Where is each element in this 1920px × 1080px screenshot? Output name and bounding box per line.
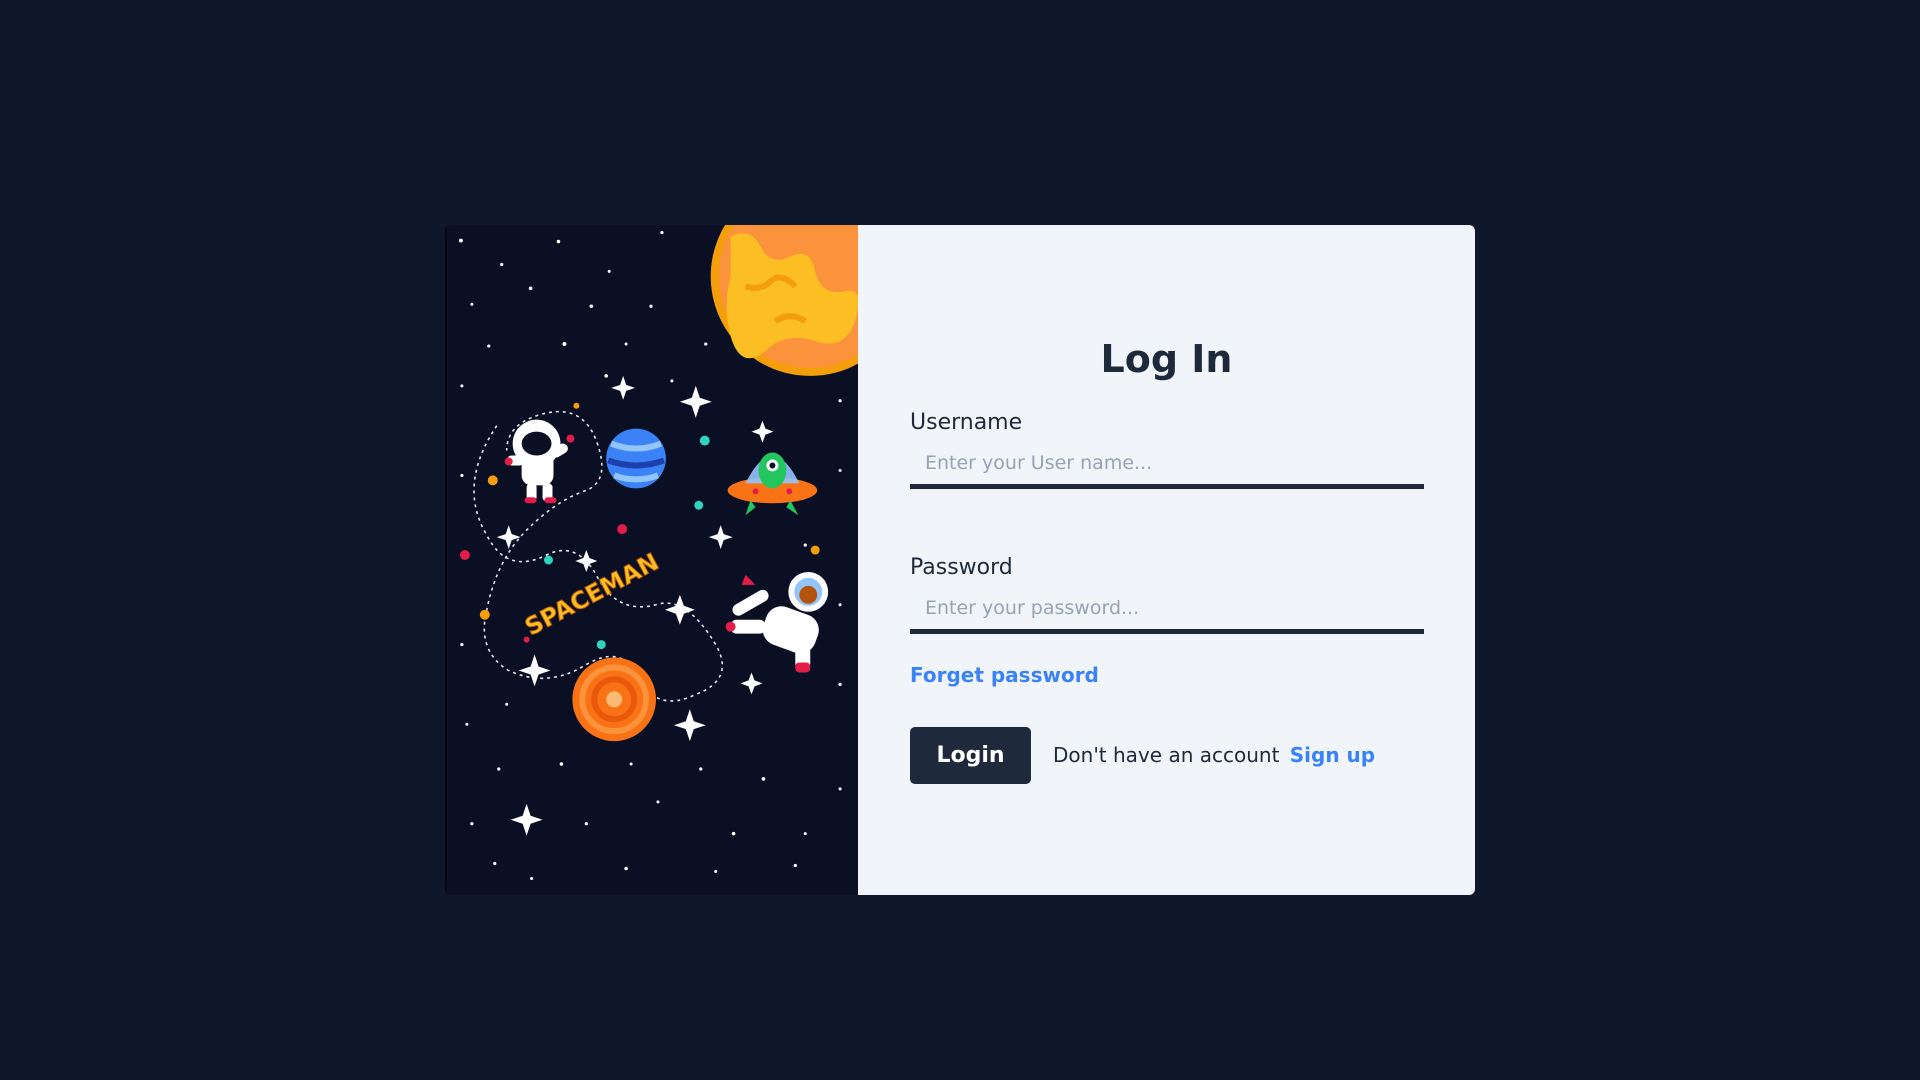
signup-row: Don't have an account Sign up	[1053, 743, 1375, 767]
signup-link[interactable]: Sign up	[1290, 743, 1375, 767]
login-button[interactable]: Login	[910, 727, 1031, 784]
planet-icon	[606, 428, 666, 489]
planet-icon	[572, 657, 656, 742]
space-illustration-svg: SPACEMAN	[458, 225, 858, 880]
login-card: SPACEMAN Log In Username Password Forget…	[445, 225, 1475, 895]
astronaut-icon	[504, 419, 575, 504]
space-illustration: SPACEMAN	[445, 225, 858, 895]
password-input[interactable]	[910, 586, 1424, 634]
forget-password-link[interactable]: Forget password	[910, 663, 1099, 687]
page-title: Log In	[1100, 337, 1233, 381]
username-input[interactable]	[910, 441, 1424, 489]
alien-ufo-icon	[727, 452, 818, 516]
signup-prompt: Don't have an account	[1053, 743, 1280, 767]
sun-icon	[710, 225, 858, 376]
login-form-panel: Log In Username Password Forget password…	[858, 225, 1475, 895]
password-label: Password	[910, 555, 1013, 580]
login-page: SPACEMAN Log In Username Password Forget…	[0, 0, 1920, 1080]
dotted-orbit-path	[473, 410, 724, 702]
astronaut-icon	[725, 571, 829, 673]
username-label: Username	[910, 410, 1023, 435]
